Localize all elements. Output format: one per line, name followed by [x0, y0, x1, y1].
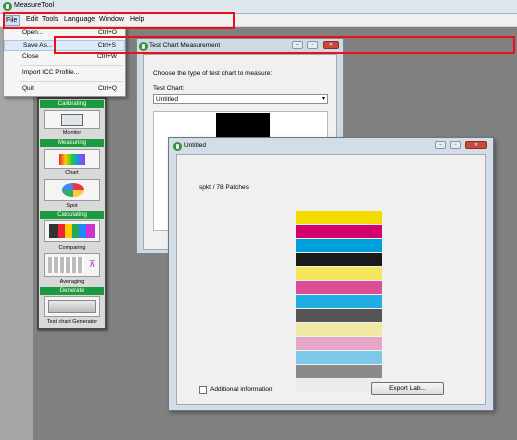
color-patch: [296, 337, 382, 350]
color-patch: [296, 281, 382, 294]
monitor-icon: [61, 114, 83, 126]
test-chart-select[interactable]: Untitled ▾: [153, 94, 328, 104]
chevron-down-icon: ▾: [321, 96, 325, 102]
averaging-label: Averaging: [59, 279, 85, 285]
menu-item-open-shortcut: Ctrl+O: [98, 29, 117, 36]
untitled-minimize-button[interactable]: ‒: [435, 141, 446, 149]
toolbox-panel: Calibrating Monitor Measuring Chart Spot…: [37, 97, 107, 330]
chart-label: Chart: [65, 170, 79, 176]
untitled-close-button[interactable]: ✕: [465, 141, 487, 149]
test-chart-generator-label: Test chart Generator: [46, 319, 98, 325]
export-lab-button[interactable]: Export Lab...: [371, 382, 444, 395]
section-calculating: Calculating: [40, 211, 104, 219]
color-patch: [296, 267, 382, 280]
test-chart-generator-button[interactable]: [44, 296, 100, 317]
color-patch: [296, 351, 382, 364]
section-measuring: Measuring: [40, 139, 104, 147]
menu-item-open-label: Open...: [22, 29, 44, 36]
chart-tool-button[interactable]: [44, 149, 100, 169]
annotation-save-as-highlight: [54, 36, 515, 54]
menu-item-quit-label: Quit: [22, 85, 34, 92]
tcm-prompt: Choose the type of test chart to measure…: [153, 70, 273, 77]
menu-item-import-icc[interactable]: Import ICC Profile...: [4, 68, 125, 79]
chart-icon: [59, 154, 85, 165]
menu-separator: [20, 65, 123, 66]
color-patch: [296, 253, 382, 266]
generator-icon: [48, 300, 96, 313]
section-generate: Generate: [40, 287, 104, 295]
untitled-body: spkt / 78 Patches Additional information…: [176, 154, 486, 405]
untitled-maximize-button[interactable]: ▫: [450, 141, 461, 149]
patch-info: spkt / 78 Patches: [199, 184, 249, 191]
preview-black-patch: [216, 113, 270, 139]
additional-info-checkbox[interactable]: [199, 386, 207, 394]
averaging-tool-button[interactable]: ⊼: [44, 253, 100, 277]
test-chart-select-value: Untitled: [156, 96, 179, 103]
comparing-tool-button[interactable]: [44, 220, 100, 242]
spot-tool-button[interactable]: [44, 179, 100, 201]
color-patch: [296, 239, 382, 252]
menu-item-import-icc-label: Import ICC Profile...: [22, 69, 80, 76]
averaging-swatches-icon: [48, 257, 84, 273]
additional-info-label: Additional information: [210, 386, 273, 393]
spot-pie-icon: [62, 183, 84, 197]
menu-item-quit-shortcut: Ctrl+Q: [98, 85, 117, 92]
app-title: MeasureTool: [14, 2, 55, 9]
untitled-title: Untitled: [184, 142, 207, 149]
section-calibrating: Calibrating: [40, 100, 104, 108]
menu-item-close-label: Close: [22, 53, 39, 60]
app-logo-icon: [3, 2, 12, 11]
color-patch: [296, 379, 382, 392]
color-patch: [296, 365, 382, 378]
monitor-tool-button[interactable]: [44, 110, 100, 129]
menu-item-quit[interactable]: Quit Ctrl+Q: [4, 84, 125, 95]
annotation-menubar-highlight: [3, 12, 235, 29]
color-patch: [296, 323, 382, 336]
comparing-label: Comparing: [58, 245, 86, 251]
averaging-mean-icon: ⊼: [89, 259, 96, 269]
color-patch: [296, 211, 382, 224]
comparing-swatches-icon: [49, 224, 95, 238]
spot-label: Spot: [66, 203, 78, 209]
tcm-field-label: Test Chart:: [153, 85, 185, 92]
untitled-logo-icon: [173, 142, 182, 151]
untitled-window: Untitled ‒ ▫ ✕ spkt / 78 Patches Additio…: [168, 137, 494, 411]
color-patch: [296, 295, 382, 308]
color-patch: [296, 225, 382, 238]
monitor-label: Monitor: [62, 130, 82, 136]
menu-item-close-shortcut: Ctrl+W: [96, 53, 117, 60]
color-patch: [296, 309, 382, 322]
menu-separator: [20, 81, 123, 82]
menu-item-save-as-label: Save As...: [23, 42, 53, 49]
